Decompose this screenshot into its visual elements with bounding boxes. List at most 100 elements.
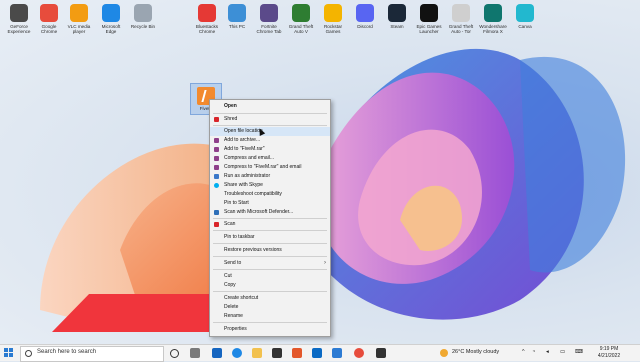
menu-item-share-skype[interactable]: Share with Skype (210, 181, 330, 190)
desktop-icon[interactable]: Wondershare Filmora X (478, 4, 508, 34)
clock-date: 4/21/2022 (597, 352, 621, 359)
menu-item-label: Compress to "FiveM.rar" and email (224, 164, 302, 170)
edge-icon[interactable] (232, 348, 242, 358)
menu-separator (213, 291, 327, 292)
store-icon[interactable] (272, 348, 282, 358)
winrar-icon (214, 138, 219, 143)
menu-item-troubleshoot[interactable]: Troubleshoot compatibility (210, 190, 330, 199)
menu-item-delete[interactable]: Delete (210, 303, 330, 312)
desktop-icon-label: Fortnite Chrome Tab (256, 24, 282, 34)
chevron-right-icon: › (324, 260, 326, 266)
menu-item-label: Rename (224, 313, 243, 319)
app-icon (292, 4, 310, 22)
desktop-icon[interactable]: Canva (510, 4, 540, 29)
tray-chevron-icon[interactable]: ^ (522, 349, 525, 355)
context-menu: Open Shred Open file location Add to arc… (209, 99, 331, 337)
menu-item-label: Pin to Start (224, 200, 249, 206)
menu-item-create-shortcut[interactable]: Create shortcut (210, 294, 330, 303)
desktop-icon[interactable]: Steam (382, 4, 412, 29)
desktop-icon-label: Rockstar Games (323, 24, 343, 34)
desktop-icon[interactable]: Fortnite Chrome Tab (254, 4, 284, 34)
chrome-icon[interactable] (354, 348, 364, 358)
menu-item-shred[interactable]: Shred (210, 115, 330, 124)
desktop-icon[interactable]: Epic Games Launcher (414, 4, 444, 34)
winrar-icon (214, 147, 219, 152)
menu-item-compress-rar-email[interactable]: Compress to "FiveM.rar" and email (210, 163, 330, 172)
menu-item-compress-email[interactable]: Compress and email... (210, 154, 330, 163)
menu-item-label: Share with Skype (224, 182, 263, 188)
menu-separator (213, 243, 327, 244)
desktop-icon[interactable]: Rockstar Games (318, 4, 348, 34)
menu-item-label: Add to "FiveM.rar" (224, 146, 265, 152)
desktop-icon[interactable]: GeForce Experience (4, 4, 34, 34)
menu-item-add-to-rar[interactable]: Add to "FiveM.rar" (210, 145, 330, 154)
desktop-icon[interactable]: Bluestacks Chrome (192, 4, 222, 34)
desktop-icon-label: Google Chrome (40, 24, 58, 34)
widgets-icon[interactable] (212, 348, 222, 358)
desktop-icon[interactable]: Recycle Bin (128, 4, 158, 29)
office-icon[interactable] (292, 348, 302, 358)
menu-separator (213, 230, 327, 231)
menu-item-cut[interactable]: Cut (210, 272, 330, 281)
app-icon (10, 4, 28, 22)
desktop-icon-label: Wondershare Filmora X (479, 24, 507, 34)
taskbar-clock[interactable]: 9:19 PM 4/21/2022 (592, 346, 626, 359)
desktop-icon[interactable]: This PC (222, 4, 252, 29)
volume-icon[interactable]: ◂ (546, 349, 549, 355)
winrar-icon (214, 156, 219, 161)
app-icon (228, 4, 246, 22)
menu-item-label: Add to archive... (224, 137, 261, 143)
menu-item-open-file-location[interactable]: Open file location (210, 127, 330, 136)
desktop-icon[interactable]: Google Chrome (34, 4, 64, 34)
menu-item-open[interactable]: Open (210, 102, 330, 111)
desktop-icon[interactable]: Grand Theft Auto - Tor (446, 4, 476, 34)
language-icon[interactable]: ⌨ (575, 349, 583, 355)
app-icon[interactable] (376, 348, 386, 358)
menu-item-label: Copy (224, 282, 236, 288)
desktop-icon[interactable]: Discord (350, 4, 380, 29)
menu-item-scan[interactable]: Scan (210, 220, 330, 229)
desktop-icon[interactable]: Grand Theft Auto V (286, 4, 316, 34)
menu-item-pin-start[interactable]: Pin to Start (210, 199, 330, 208)
dropbox-icon[interactable] (332, 348, 342, 358)
file-explorer-icon[interactable] (252, 348, 262, 358)
weather-text[interactable]: 26°C Mostly cloudy (452, 349, 499, 355)
menu-item-label: Send to (224, 260, 242, 266)
menu-item-label: Scan with Microsoft Defender... (224, 209, 294, 215)
menu-item-copy[interactable]: Copy (210, 281, 330, 290)
mail-icon[interactable] (312, 348, 322, 358)
menu-item-add-to-archive[interactable]: Add to archive... (210, 136, 330, 145)
windows-start-button[interactable] (4, 348, 14, 358)
desktop-icon-label: Grand Theft Auto V (288, 24, 314, 34)
task-view-icon[interactable] (190, 348, 200, 358)
menu-item-label: Scan (224, 221, 236, 227)
menu-item-pin-taskbar[interactable]: Pin to taskbar (210, 233, 330, 242)
app-icon (260, 4, 278, 22)
menu-item-scan-defender[interactable]: Scan with Microsoft Defender... (210, 208, 330, 217)
app-icon (70, 4, 88, 22)
network-icon[interactable]: ◔ (532, 349, 535, 355)
menu-item-rename[interactable]: Rename (210, 312, 330, 321)
menu-separator (213, 113, 327, 114)
desktop-icon-label: Canva (518, 24, 532, 29)
app-icon (198, 4, 216, 22)
weather-icon[interactable] (440, 349, 448, 357)
skype-icon (214, 183, 219, 188)
menu-item-label: Shred (224, 116, 238, 122)
menu-separator (213, 218, 327, 219)
menu-item-run-as-admin[interactable]: Run as administrator (210, 172, 330, 181)
app-icon (452, 4, 470, 22)
app-icon (324, 4, 342, 22)
menu-item-properties[interactable]: Properties (210, 325, 330, 334)
menu-item-send-to[interactable]: Send to › (210, 259, 330, 268)
scan-icon (214, 222, 219, 227)
menu-item-label: Pin to taskbar (224, 234, 255, 240)
desktop-icon[interactable]: Microsoft Edge (96, 4, 126, 34)
menu-item-label: Compress and email... (224, 155, 275, 161)
desktop-icon-label: GeForce Experience (7, 24, 31, 34)
battery-icon[interactable]: ▭ (560, 349, 565, 355)
menu-item-restore-versions[interactable]: Restore previous versions (210, 246, 330, 255)
desktop-icon[interactable]: VLC media player (64, 4, 94, 34)
cortana-icon[interactable] (170, 349, 179, 358)
desktop-icon-label: VLC media player (67, 24, 91, 34)
